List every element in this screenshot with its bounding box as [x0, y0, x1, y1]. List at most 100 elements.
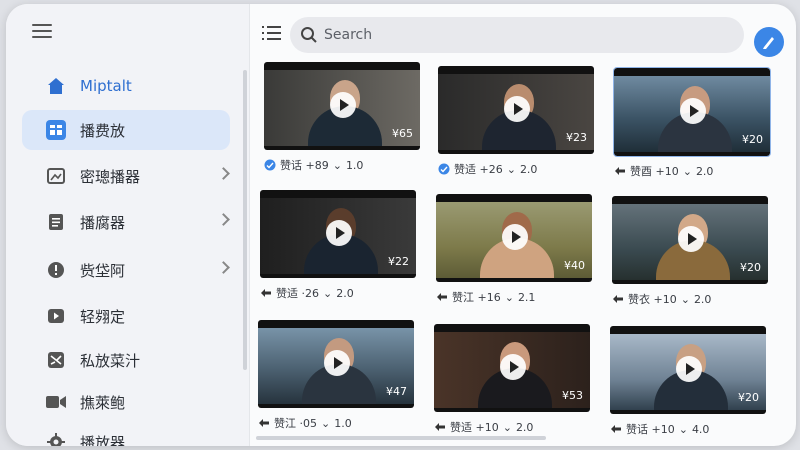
- video-thumbnail[interactable]: ¥40: [436, 194, 592, 282]
- video-card[interactable]: ¥40 赞江 +16 ⌄ 2.1: [436, 194, 592, 304]
- sidebar-item-document[interactable]: 播腐器: [22, 202, 230, 242]
- version-label: 2.1: [517, 290, 536, 304]
- reaction-count: 赞江 +16: [452, 291, 501, 304]
- play-icon[interactable]: [326, 220, 352, 246]
- chevron-down-icon[interactable]: ⌄: [679, 423, 688, 436]
- sidebar-item-label: 私放菜汁: [80, 351, 141, 370]
- sidebar-item-label: Miptalt: [80, 77, 132, 95]
- reaction-count: 赞适 +10: [450, 421, 499, 434]
- chevron-right-icon: [217, 261, 230, 274]
- sidebar: Miptalt 播费放 密璁播器 播腐器 赀垈阿 轻翙定 私放菜汁 撨萊鲍 播放…: [6, 4, 250, 446]
- sidebar-item-settings[interactable]: 播放器: [22, 422, 230, 446]
- video-meta: 赞衣 +10 ⌄ 2.0: [612, 292, 768, 306]
- share-icon: [614, 165, 626, 177]
- sidebar-item-label: 播放器: [80, 433, 126, 447]
- video-thumbnail[interactable]: ¥23: [438, 66, 594, 154]
- chevron-down-icon[interactable]: ⌄: [503, 421, 512, 434]
- chevron-right-icon: [217, 213, 230, 226]
- reaction-count: 赞话 +89: [280, 159, 329, 172]
- video-thumbnail[interactable]: ¥20: [613, 67, 771, 157]
- sidebar-item-label: 密璁播器: [80, 167, 141, 186]
- chevron-down-icon[interactable]: ⌄: [507, 163, 516, 176]
- video-meta: 赞江 ·05 ⌄ 1.0: [258, 416, 414, 430]
- video-meta: 赞话 +89 ⌄ 1.0: [264, 158, 420, 172]
- sidebar-item-label: 赀垈阿: [80, 261, 126, 280]
- chevron-down-icon[interactable]: ⌄: [681, 293, 690, 306]
- grid-app-icon: [46, 120, 66, 140]
- duration-label: ¥22: [388, 255, 409, 268]
- compose-button[interactable]: [754, 27, 784, 57]
- sidebar-item-gallery[interactable]: 密璁播器: [22, 156, 230, 196]
- reaction-count: 赞酉 +10: [630, 165, 679, 178]
- play-icon[interactable]: [678, 226, 704, 252]
- play-icon[interactable]: [504, 96, 530, 122]
- video-thumbnail[interactable]: ¥47: [258, 320, 414, 408]
- video-card[interactable]: ¥47 赞江 ·05 ⌄ 1.0: [258, 320, 414, 430]
- sidebar-item-player[interactable]: 播费放: [22, 110, 230, 150]
- video-thumbnail[interactable]: ¥20: [610, 326, 766, 414]
- version-label: 1.0: [334, 416, 352, 430]
- gear-icon: [46, 432, 66, 446]
- play-icon[interactable]: [676, 356, 702, 382]
- sidebar-item-alerts[interactable]: 赀垈阿: [22, 250, 230, 290]
- chevron-down-icon[interactable]: ⌄: [321, 417, 330, 430]
- video-meta: 赞适 +26 ⌄ 2.0: [438, 162, 594, 176]
- version-label: 2.0: [695, 164, 714, 178]
- video-thumbnail[interactable]: ¥20: [612, 196, 768, 284]
- share-icon: [434, 421, 446, 433]
- play-icon[interactable]: [680, 98, 706, 124]
- list-view-icon[interactable]: [262, 26, 281, 40]
- sidebar-item-camera[interactable]: 撨萊鲍: [22, 382, 230, 422]
- document-icon: [46, 212, 66, 232]
- pen-icon: [763, 37, 774, 49]
- version-label: 2.0: [515, 420, 534, 434]
- reaction-count: 赞适 +26: [454, 163, 503, 176]
- video-thumbnail[interactable]: ¥22: [260, 190, 416, 278]
- video-card[interactable]: ¥22 赞适 ·26 ⌄ 2.0: [260, 190, 416, 300]
- duration-label: ¥65: [392, 127, 413, 140]
- search-input[interactable]: [324, 27, 704, 43]
- video-card[interactable]: ¥23 赞适 +26 ⌄ 2.0: [438, 66, 594, 176]
- version-label: 1.0: [345, 158, 364, 172]
- duration-label: ¥20: [742, 133, 763, 146]
- video-card[interactable]: ¥20 赞话 +10 ⌄ 4.0: [610, 326, 766, 436]
- picture-icon: [46, 166, 66, 186]
- sidebar-item-home[interactable]: Miptalt: [22, 66, 230, 106]
- sidebar-item-video[interactable]: 轻翙定: [22, 296, 230, 336]
- chevron-down-icon[interactable]: ⌄: [683, 165, 692, 178]
- chevron-down-icon[interactable]: ⌄: [323, 287, 332, 300]
- reaction-count: 赞衣 +10: [628, 293, 677, 306]
- video-card[interactable]: ¥65 赞话 +89 ⌄ 1.0: [264, 62, 420, 172]
- video-thumbnail[interactable]: ¥53: [434, 324, 590, 412]
- sidebar-item-label: 轻翙定: [80, 307, 126, 326]
- camera-icon: [46, 392, 66, 412]
- video-card[interactable]: ¥20 赞衣 +10 ⌄ 2.0: [612, 196, 768, 306]
- duration-label: ¥40: [564, 259, 585, 272]
- play-icon[interactable]: [502, 224, 528, 250]
- share-icon: [258, 417, 270, 429]
- reaction-count: 赞适 ·26: [276, 287, 319, 300]
- chevron-down-icon[interactable]: ⌄: [333, 159, 342, 172]
- sidebar-item-shuffle[interactable]: 私放菜汁: [22, 340, 230, 380]
- play-icon[interactable]: [330, 92, 356, 118]
- share-icon: [612, 293, 624, 305]
- video-meta: 赞酉 +10 ⌄ 2.0: [614, 164, 770, 178]
- thumbs-up-icon: [438, 163, 450, 175]
- play-icon[interactable]: [324, 350, 350, 376]
- video-card[interactable]: ¥20 赞酉 +10 ⌄ 2.0: [613, 67, 771, 178]
- reaction-count: 赞话 +10: [626, 423, 675, 436]
- share-icon: [610, 423, 622, 435]
- sidebar-scrollbar[interactable]: [243, 70, 247, 370]
- share-icon: [436, 291, 448, 303]
- sidebar-item-label: 播费放: [80, 121, 126, 140]
- menu-icon[interactable]: [32, 24, 52, 38]
- chevron-down-icon[interactable]: ⌄: [505, 291, 514, 304]
- video-card[interactable]: ¥53 赞适 +10 ⌄ 2.0: [434, 324, 590, 434]
- search-icon: [301, 27, 317, 43]
- reaction-count: 赞江 ·05: [274, 417, 317, 430]
- play-icon[interactable]: [500, 354, 526, 380]
- video-thumbnail[interactable]: ¥65: [264, 62, 420, 150]
- duration-label: ¥53: [562, 389, 583, 402]
- home-icon: [46, 76, 66, 96]
- horizontal-scrollbar[interactable]: [256, 436, 546, 440]
